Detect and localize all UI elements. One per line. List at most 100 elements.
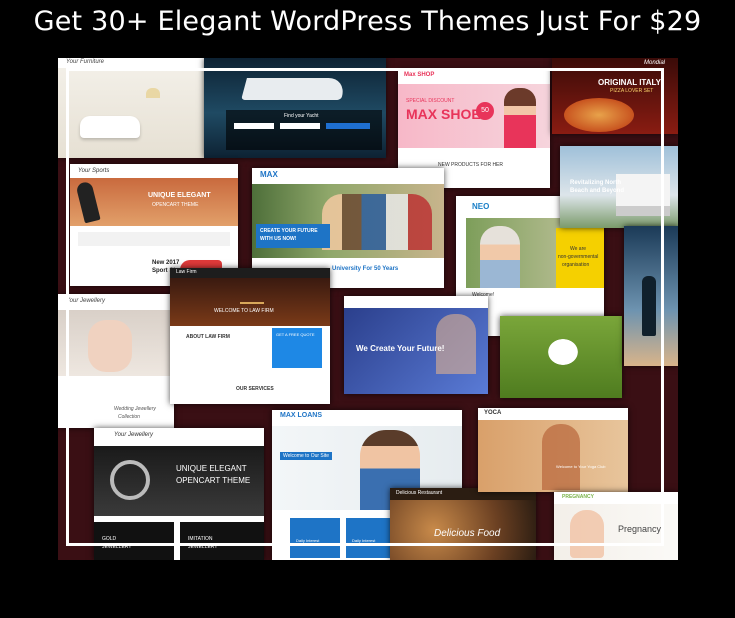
neo-line-1: We are <box>570 246 587 252</box>
restaurant-theme-preview: Delicious Restaurant Delicious Food <box>390 488 536 560</box>
pregnancy-hero-text: Pregnancy <box>618 524 662 534</box>
maxloans-rate-2: Daily Interest <box>352 538 376 543</box>
jewelry2-logo: Your Jewellery <box>114 432 154 438</box>
school-theme-preview: We Create Your Future! <box>344 296 488 394</box>
maxuniv-hero-1: CREATE YOUR FUTURE <box>260 228 318 234</box>
pizza-logo: Mondial <box>644 60 666 66</box>
pregnancy-hero: Pregnancy <box>554 504 678 560</box>
maxuniv-hero-2: WITH US NOW! <box>260 236 297 242</box>
grandma-image <box>480 226 520 288</box>
yacht-image <box>241 78 347 100</box>
sports-feature-row <box>78 232 230 246</box>
restaurant-logo: Delicious Restaurant <box>396 490 443 496</box>
yacht-search-field[interactable] <box>234 123 274 129</box>
neo-line-3: organisation <box>562 262 590 268</box>
jewelry2-tile-2: IMITATION JEWELLERY <box>180 522 264 560</box>
maxloans-welcome: Welcome to Our Site <box>280 452 333 460</box>
lawfirm-quote-box: GET A FREE QUOTE <box>272 328 322 368</box>
jewelry2-headline-2: OPENCART THEME <box>176 476 251 485</box>
neo-line-2: non-governmental <box>558 254 599 260</box>
model-image <box>504 88 536 148</box>
pizza-subtitle: PIZZA LOVER SET <box>610 88 654 94</box>
neo-hero: We are non-governmental organisation <box>466 218 604 288</box>
realestate-line-1: Revitalizing North <box>570 180 622 186</box>
maxshoes-badge: 50 <box>476 102 494 120</box>
hiker-image <box>642 276 656 336</box>
yoga-woman-image <box>542 424 580 490</box>
hand-image <box>88 320 132 372</box>
jewelry1-caption-1: Wedding Jewellery <box>114 406 156 412</box>
lamp-image <box>146 88 160 98</box>
furniture-theme-preview: Your Furniture <box>58 58 206 158</box>
maxloans-logo: MAX LOANS <box>280 412 322 419</box>
pizza-theme-preview: Mondial ORIGINAL ITALY PIZZA LOVER SET <box>552 58 678 134</box>
pizza-image <box>564 98 634 132</box>
maxloans-rate-1: Daily Interest <box>296 538 320 543</box>
maxloans-rate-box-2: Daily Interest <box>346 518 396 558</box>
runner-image <box>75 180 101 224</box>
lawfirm-about: ABOUT LAW FIRM <box>186 334 230 340</box>
jewelry1-hero <box>58 310 174 376</box>
furniture-logo: Your Furniture <box>66 59 105 65</box>
lawfirm-cta[interactable]: GET A FREE QUOTE <box>276 332 315 337</box>
jewelry2-tile-2b: JEWELLERY <box>188 544 218 550</box>
sofa-image <box>80 116 140 138</box>
lawfirm-hero: WELCOME TO LAW FIRM <box>170 278 330 326</box>
sports-headline-1: UNIQUE ELEGANT <box>148 192 211 199</box>
yacht-theme-preview: Find your Yacht <box>204 58 386 158</box>
yoga-welcome: Welcome to Your Yoga Club <box>556 464 606 469</box>
jewelry2-tile-2a: IMITATION <box>188 536 213 542</box>
maxshoes-section: NEW PRODUCTS FOR HER <box>438 162 503 168</box>
maxuniv-logo: MAX <box>260 170 278 179</box>
maxshoes-hero: SPECIAL DISCOUNT MAX SHOES 50 <box>398 84 550 148</box>
yoga-hero: Welcome to Your Yoga Club <box>478 420 628 492</box>
maxshoes-logo: Max SHOP <box>404 72 435 78</box>
scales-icon <box>240 282 264 304</box>
yacht-search-button[interactable] <box>326 123 370 129</box>
ring-image <box>110 460 150 500</box>
lawfirm-theme-preview: Law Firm WELCOME TO LAW FIRM ABOUT LAW F… <box>170 268 330 404</box>
jewelry2-tile-1b: JEWELLERY <box>102 544 132 550</box>
maxloans-rate-box-1: Daily Interest <box>290 518 340 558</box>
yacht-search-field-2[interactable] <box>280 123 320 129</box>
restaurant-script: Delicious Food <box>434 528 501 539</box>
yoga-theme-preview: YOCA Welcome to Your Yoga Club <box>478 408 628 492</box>
maxuniv-hero: CREATE YOUR FUTURE WITH US NOW! <box>252 184 444 258</box>
pizza-title: ORIGINAL ITALY <box>598 78 661 87</box>
maxuniv-band: University For 50 Years <box>332 266 399 272</box>
lawfirm-logo: Law Firm <box>176 269 197 275</box>
pregnant-woman-image <box>570 510 604 558</box>
jewelry2-tile-1a: GOLD <box>102 536 117 542</box>
yacht-search-box: Find your Yacht <box>226 110 382 150</box>
yoga-logo: YOCA <box>484 410 502 416</box>
jewelry2-headline-1: UNIQUE ELEGANT <box>176 464 247 473</box>
school-hero: We Create Your Future! <box>344 308 488 394</box>
couple-image <box>540 332 586 372</box>
school-hero-text: We Create Your Future! <box>356 344 445 353</box>
sports-headline-2: OPENCART THEME <box>152 202 199 208</box>
headline: Get 30+ Elegant WordPress Themes Just Fo… <box>33 6 702 37</box>
sports-logo: Your Sports <box>78 168 110 174</box>
pregnancy-logo: PREGNANCY <box>562 494 594 500</box>
students-image <box>322 194 432 250</box>
sports-promo-1: New 2017 <box>152 260 180 266</box>
bread-image: Delicious Food <box>390 500 536 560</box>
lawfirm-services: OUR SERVICES <box>236 386 274 392</box>
maxshoes-promo: SPECIAL DISCOUNT <box>406 98 455 104</box>
jewelry1-caption-2: Collection <box>118 414 140 420</box>
jewelry1-logo: Your Jewellery <box>66 298 106 304</box>
lawfirm-hero-text: WELCOME TO LAW FIRM <box>214 308 274 314</box>
sports-hero: UNIQUE ELEGANT OPENCART THEME <box>70 178 238 226</box>
wedding-theme-preview <box>500 316 622 398</box>
maxuniv-hero-box: CREATE YOUR FUTURE WITH US NOW! <box>256 224 330 248</box>
realestate-line-2: Beach and Beyond <box>570 188 625 194</box>
building-image <box>616 174 670 216</box>
neo-logo: NEO <box>472 202 490 211</box>
theme-collage: Your Furniture Find your Yacht Max SHOP … <box>58 58 678 560</box>
jewelry1-theme-preview: Your Jewellery Wedding Jewellery Collect… <box>58 294 174 428</box>
jewelry2-theme-preview: Your Jewellery UNIQUE ELEGANT OPENCART T… <box>94 428 264 560</box>
jewelry2-tile-1: GOLD JEWELLERY <box>94 522 174 560</box>
travel-theme-preview <box>624 226 678 366</box>
yacht-search-title: Find your Yacht <box>284 113 319 119</box>
realestate-theme-preview: Revitalizing North Beach and Beyond <box>560 146 678 228</box>
